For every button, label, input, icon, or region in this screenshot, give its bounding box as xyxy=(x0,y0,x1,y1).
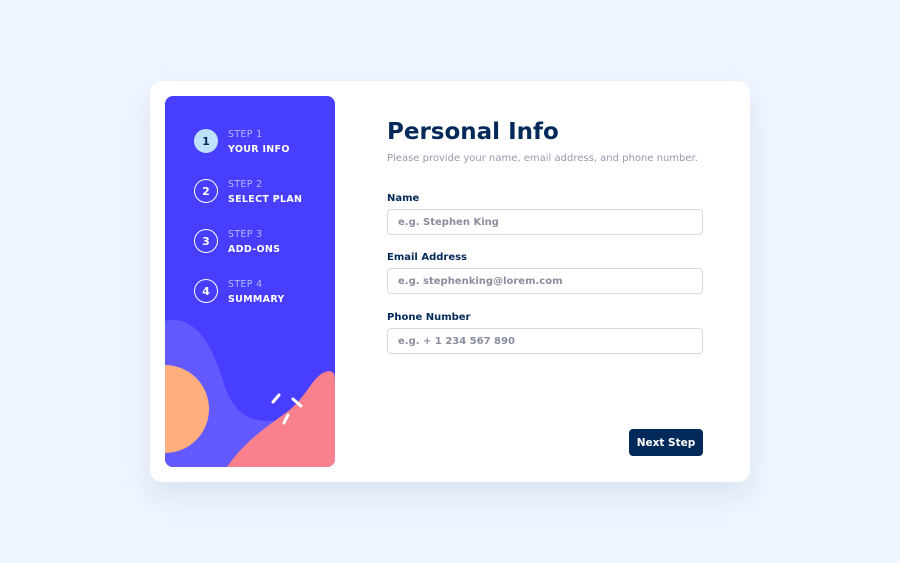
page-subtitle: Please provide your name, email address,… xyxy=(387,153,698,164)
step-name-2: SELECT PLAN xyxy=(228,194,303,205)
name-label: Name xyxy=(387,193,420,204)
email-label: Email Address xyxy=(387,252,468,263)
page-title: Personal Info xyxy=(387,119,559,145)
name-input[interactable] xyxy=(387,209,703,235)
step-number-3: 3 xyxy=(194,229,218,253)
email-input[interactable] xyxy=(387,268,703,294)
step-label-1: STEP 1 xyxy=(228,129,263,140)
step-number-1: 1 xyxy=(194,129,218,153)
steps-sidebar: 1 STEP 1 YOUR INFO 2 STEP 2 SELECT PLAN … xyxy=(165,96,335,467)
step-label-3: STEP 3 xyxy=(228,229,263,240)
phone-label: Phone Number xyxy=(387,312,471,323)
step-name-3: ADD-ONS xyxy=(228,244,281,255)
step-number-4: 4 xyxy=(194,279,218,303)
step-name-4: SUMMARY xyxy=(228,294,285,305)
step-label-4: STEP 4 xyxy=(228,279,263,290)
next-step-button[interactable]: Next Step xyxy=(629,429,703,456)
phone-input[interactable] xyxy=(387,328,703,354)
form-card: 1 STEP 1 YOUR INFO 2 STEP 2 SELECT PLAN … xyxy=(150,81,750,482)
step-label-2: STEP 2 xyxy=(228,179,263,190)
step-name-1: YOUR INFO xyxy=(228,144,290,155)
step-number-2: 2 xyxy=(194,179,218,203)
